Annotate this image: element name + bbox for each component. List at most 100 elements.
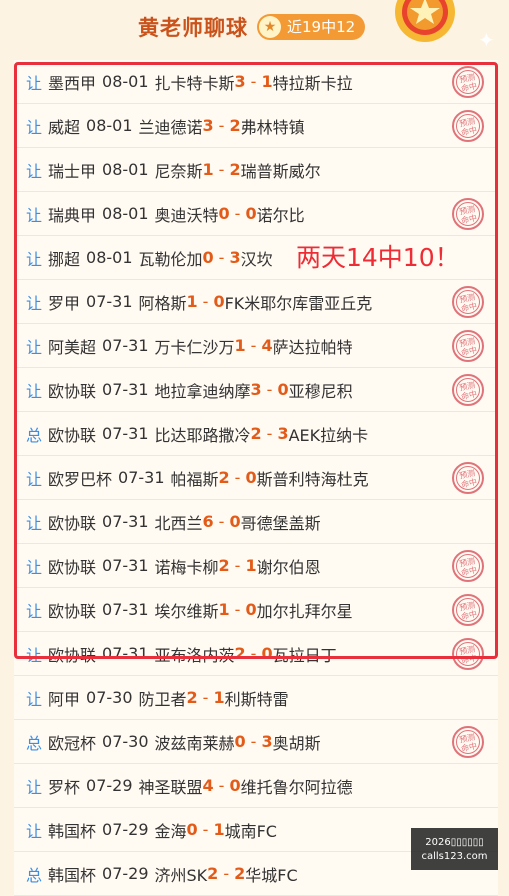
match-type: 让 [26,601,43,621]
league-name: 罗杯 [48,777,81,797]
score-separator: - [218,160,225,179]
score-separator: - [250,732,257,751]
header: 黄老师聊球 ★ 近19中12 ✦ [0,0,509,58]
away-score: 0 [245,600,257,619]
score-separator: - [223,864,230,883]
home-score: 3 [234,72,246,91]
home-score: 1 [218,600,230,619]
match-date: 08-01 [102,160,149,179]
away-score: 1 [213,820,225,839]
match-row[interactable]: 让墨西甲 08-01 扎卡特卡斯 3-1 特拉斯卡拉 预测 命中 [14,60,498,104]
match-date: 07-31 [118,468,165,487]
match-type: 让 [26,821,43,841]
match-row[interactable]: 总欧冠杯 07-30 波兹南莱赫 0-3 奥胡斯 预测 命中 [14,720,498,764]
away-team: 瑞普斯威尔 [240,161,321,181]
score-separator: - [250,336,257,355]
match-row[interactable]: 让欧罗巴杯 07-31 帕福斯 2-0 斯普利特海杜克 预测 命中 [14,456,498,500]
home-team: 诺梅卡柳 [154,557,219,577]
prediction-hit-stamp: 预测命中 [452,198,484,230]
match-type: 让 [26,689,43,709]
away-score: 3 [229,248,241,267]
away-team: 奥胡斯 [272,733,321,753]
match-row[interactable]: 让阿甲 07-30 防卫者 2-1 利斯特雷 [14,676,498,720]
match-date: 08-01 [102,72,149,91]
match-date: 08-01 [86,248,133,267]
home-score: 2 [186,688,198,707]
away-team: 城南FC [224,821,277,841]
league-name: 欧协联 [48,645,97,665]
league-name: 罗甲 [48,293,81,313]
match-row[interactable]: 让欧协联 07-31 亚布洛内茨 2-0 瓦拉日丁 预测 命中 [14,632,498,676]
match-type: 让 [26,249,43,269]
home-team: 防卫者 [138,689,187,709]
score-separator: - [234,204,241,223]
match-type: 总 [26,733,43,753]
record-text: 近19中12 [287,18,356,36]
away-score: 0 [229,776,241,795]
league-name: 欧协联 [48,425,97,445]
home-team: 扎卡特卡斯 [154,73,235,93]
away-score: 0 [245,204,257,223]
away-score: 1 [245,556,257,575]
home-team: 济州SK [154,865,208,885]
match-date: 07-31 [102,644,149,663]
match-date: 07-31 [86,292,133,311]
away-team: 谢尔伯恩 [256,557,321,577]
league-name: 欧协联 [48,601,97,621]
match-row[interactable]: 让阿美超 07-31 万卡仁沙万 1-4 萨达拉帕特 预测 命中 [14,324,498,368]
away-team: 萨达拉帕特 [272,337,353,357]
away-team: 亚穆尼积 [288,381,353,401]
match-date: 07-31 [102,336,149,355]
watermark: 2026▯▯▯▯▯▯ calls123.com [411,828,498,870]
league-name: 瑞士甲 [48,161,97,181]
match-row[interactable]: 让欧协联 07-31 北西兰 6-0 哥德堡盖斯 [14,500,498,544]
league-name: 韩国杯 [48,821,97,841]
league-name: 欧冠杯 [48,733,97,753]
away-team: 利斯特雷 [224,689,289,709]
home-score: 0 [218,204,230,223]
match-date: 07-30 [102,732,149,751]
score-separator: - [202,688,209,707]
match-type: 让 [26,293,43,313]
away-team: 瓦拉日丁 [272,645,337,665]
home-score: 6 [202,512,214,531]
match-type: 总 [26,865,43,885]
match-row[interactable]: 让欧协联 07-31 诺梅卡柳 2-1 谢尔伯恩 预测 命中 [14,544,498,588]
match-row[interactable]: 总欧协联 07-31 比达耶路撒冷 2-3 AEK拉纳卡 [14,412,498,456]
match-type: 让 [26,645,43,665]
star-icon: ★ [259,16,281,38]
match-row[interactable]: 让瑞典甲 08-01 奥迪沃特 0-0 诺尔比 预测 命中 [14,192,498,236]
match-row[interactable]: 让欧协联 07-31 地拉拿迪纳摩 3-0 亚穆尼积 预测 命中 [14,368,498,412]
away-team: 维托鲁尔阿拉德 [240,777,353,797]
match-date: 07-31 [102,556,149,575]
league-name: 瑞典甲 [48,205,97,225]
home-team: 北西兰 [154,513,203,533]
match-type: 让 [26,469,43,489]
match-row[interactable]: 让罗杯 07-29 神圣联盟 4-0 维托鲁尔阿拉德 [14,764,498,808]
match-date: 07-31 [102,512,149,531]
home-score: 2 [218,556,230,575]
home-score: 1 [234,336,246,355]
match-row[interactable]: 让瑞士甲 08-01 尼奈斯 1-2 瑞普斯威尔 [14,148,498,192]
prediction-hit-stamp: 预测命中 [452,330,484,362]
home-team: 帕福斯 [170,469,219,489]
away-score: 2 [234,864,246,883]
match-type: 让 [26,73,43,93]
home-team: 阿格斯 [138,293,187,313]
match-row[interactable]: 让威超 08-01 兰迪德诺 3-2 弗林特镇 预测 命中 [14,104,498,148]
home-score: 2 [207,864,219,883]
match-date: 07-29 [102,864,149,883]
home-team: 金海 [154,821,187,841]
match-type: 让 [26,381,43,401]
match-row[interactable]: 让欧协联 07-31 埃尔维斯 1-0 加尔扎拜尔星 预测 命中 [14,588,498,632]
match-type: 让 [26,777,43,797]
away-score: 2 [229,160,241,179]
away-team: 哥德堡盖斯 [240,513,321,533]
match-date: 08-01 [86,116,133,135]
match-row[interactable]: 让罗甲 07-31 阿格斯 1-0 FK米耶尔库雷亚丘克 预测 命中 [14,280,498,324]
away-team: 弗林特镇 [240,117,305,137]
league-name: 欧协联 [48,557,97,577]
prediction-hit-stamp: 预测命中 [452,374,484,406]
match-date: 07-29 [86,776,133,795]
league-name: 韩国杯 [48,865,97,885]
